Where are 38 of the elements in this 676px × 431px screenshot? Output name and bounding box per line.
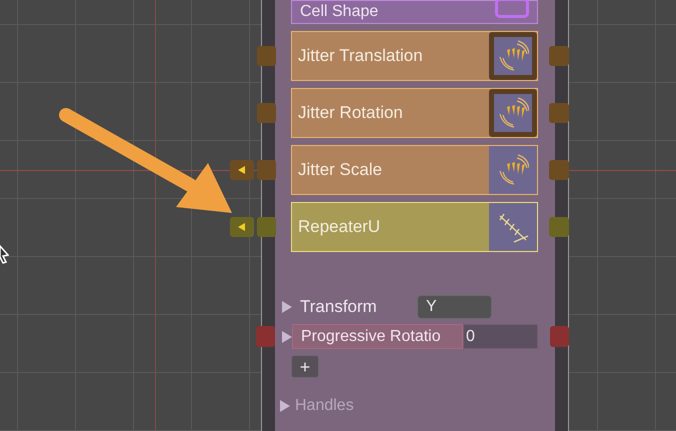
connector-port[interactable] — [257, 217, 276, 237]
modifier-row[interactable]: Jitter Scale — [291, 145, 538, 195]
add-button[interactable]: + — [291, 355, 319, 378]
connector-port[interactable] — [257, 160, 276, 180]
row-label: Jitter Rotation — [297, 102, 403, 124]
shape-row[interactable]: Cell Shape — [291, 0, 538, 24]
jitter-icon — [497, 154, 529, 186]
connector-port[interactable] — [550, 326, 569, 347]
connector-port[interactable] — [257, 46, 276, 66]
expand-triangle-icon[interactable] — [280, 400, 290, 412]
property-label: Progressive Rotatio — [292, 324, 463, 349]
triangle-icon — [238, 223, 246, 231]
cursor-icon — [0, 244, 9, 264]
modifier-row[interactable]: Jitter Rotation — [291, 88, 538, 138]
expand-triangle-icon[interactable] — [282, 330, 292, 342]
modifier-row[interactable]: Jitter Translation — [291, 31, 538, 81]
triangle-icon — [238, 166, 246, 174]
axis-dropdown[interactable]: Y — [417, 295, 492, 319]
row-label: Jitter Translation — [297, 45, 423, 68]
modifier-row[interactable]: RepeaterU — [291, 202, 538, 252]
jitter-icon — [497, 97, 529, 129]
jitter-icon — [497, 40, 529, 72]
number-field[interactable]: 0 — [463, 324, 538, 349]
connector-port[interactable] — [256, 326, 275, 347]
output-port[interactable] — [549, 217, 569, 237]
row-label: Cell Shape — [300, 2, 378, 22]
connector-port[interactable] — [257, 103, 276, 123]
shape-swatch — [495, 0, 529, 18]
input-port[interactable] — [230, 160, 254, 180]
output-port[interactable] — [549, 160, 569, 180]
row-label: RepeaterU — [297, 216, 380, 238]
output-port[interactable] — [549, 46, 569, 66]
row-label: Jitter Scale — [297, 159, 382, 182]
expand-triangle-icon[interactable] — [282, 301, 292, 313]
input-port[interactable] — [230, 217, 254, 237]
section-label[interactable]: Handles — [295, 394, 354, 418]
output-port[interactable] — [549, 103, 569, 123]
property-label: Transform — [300, 296, 378, 318]
